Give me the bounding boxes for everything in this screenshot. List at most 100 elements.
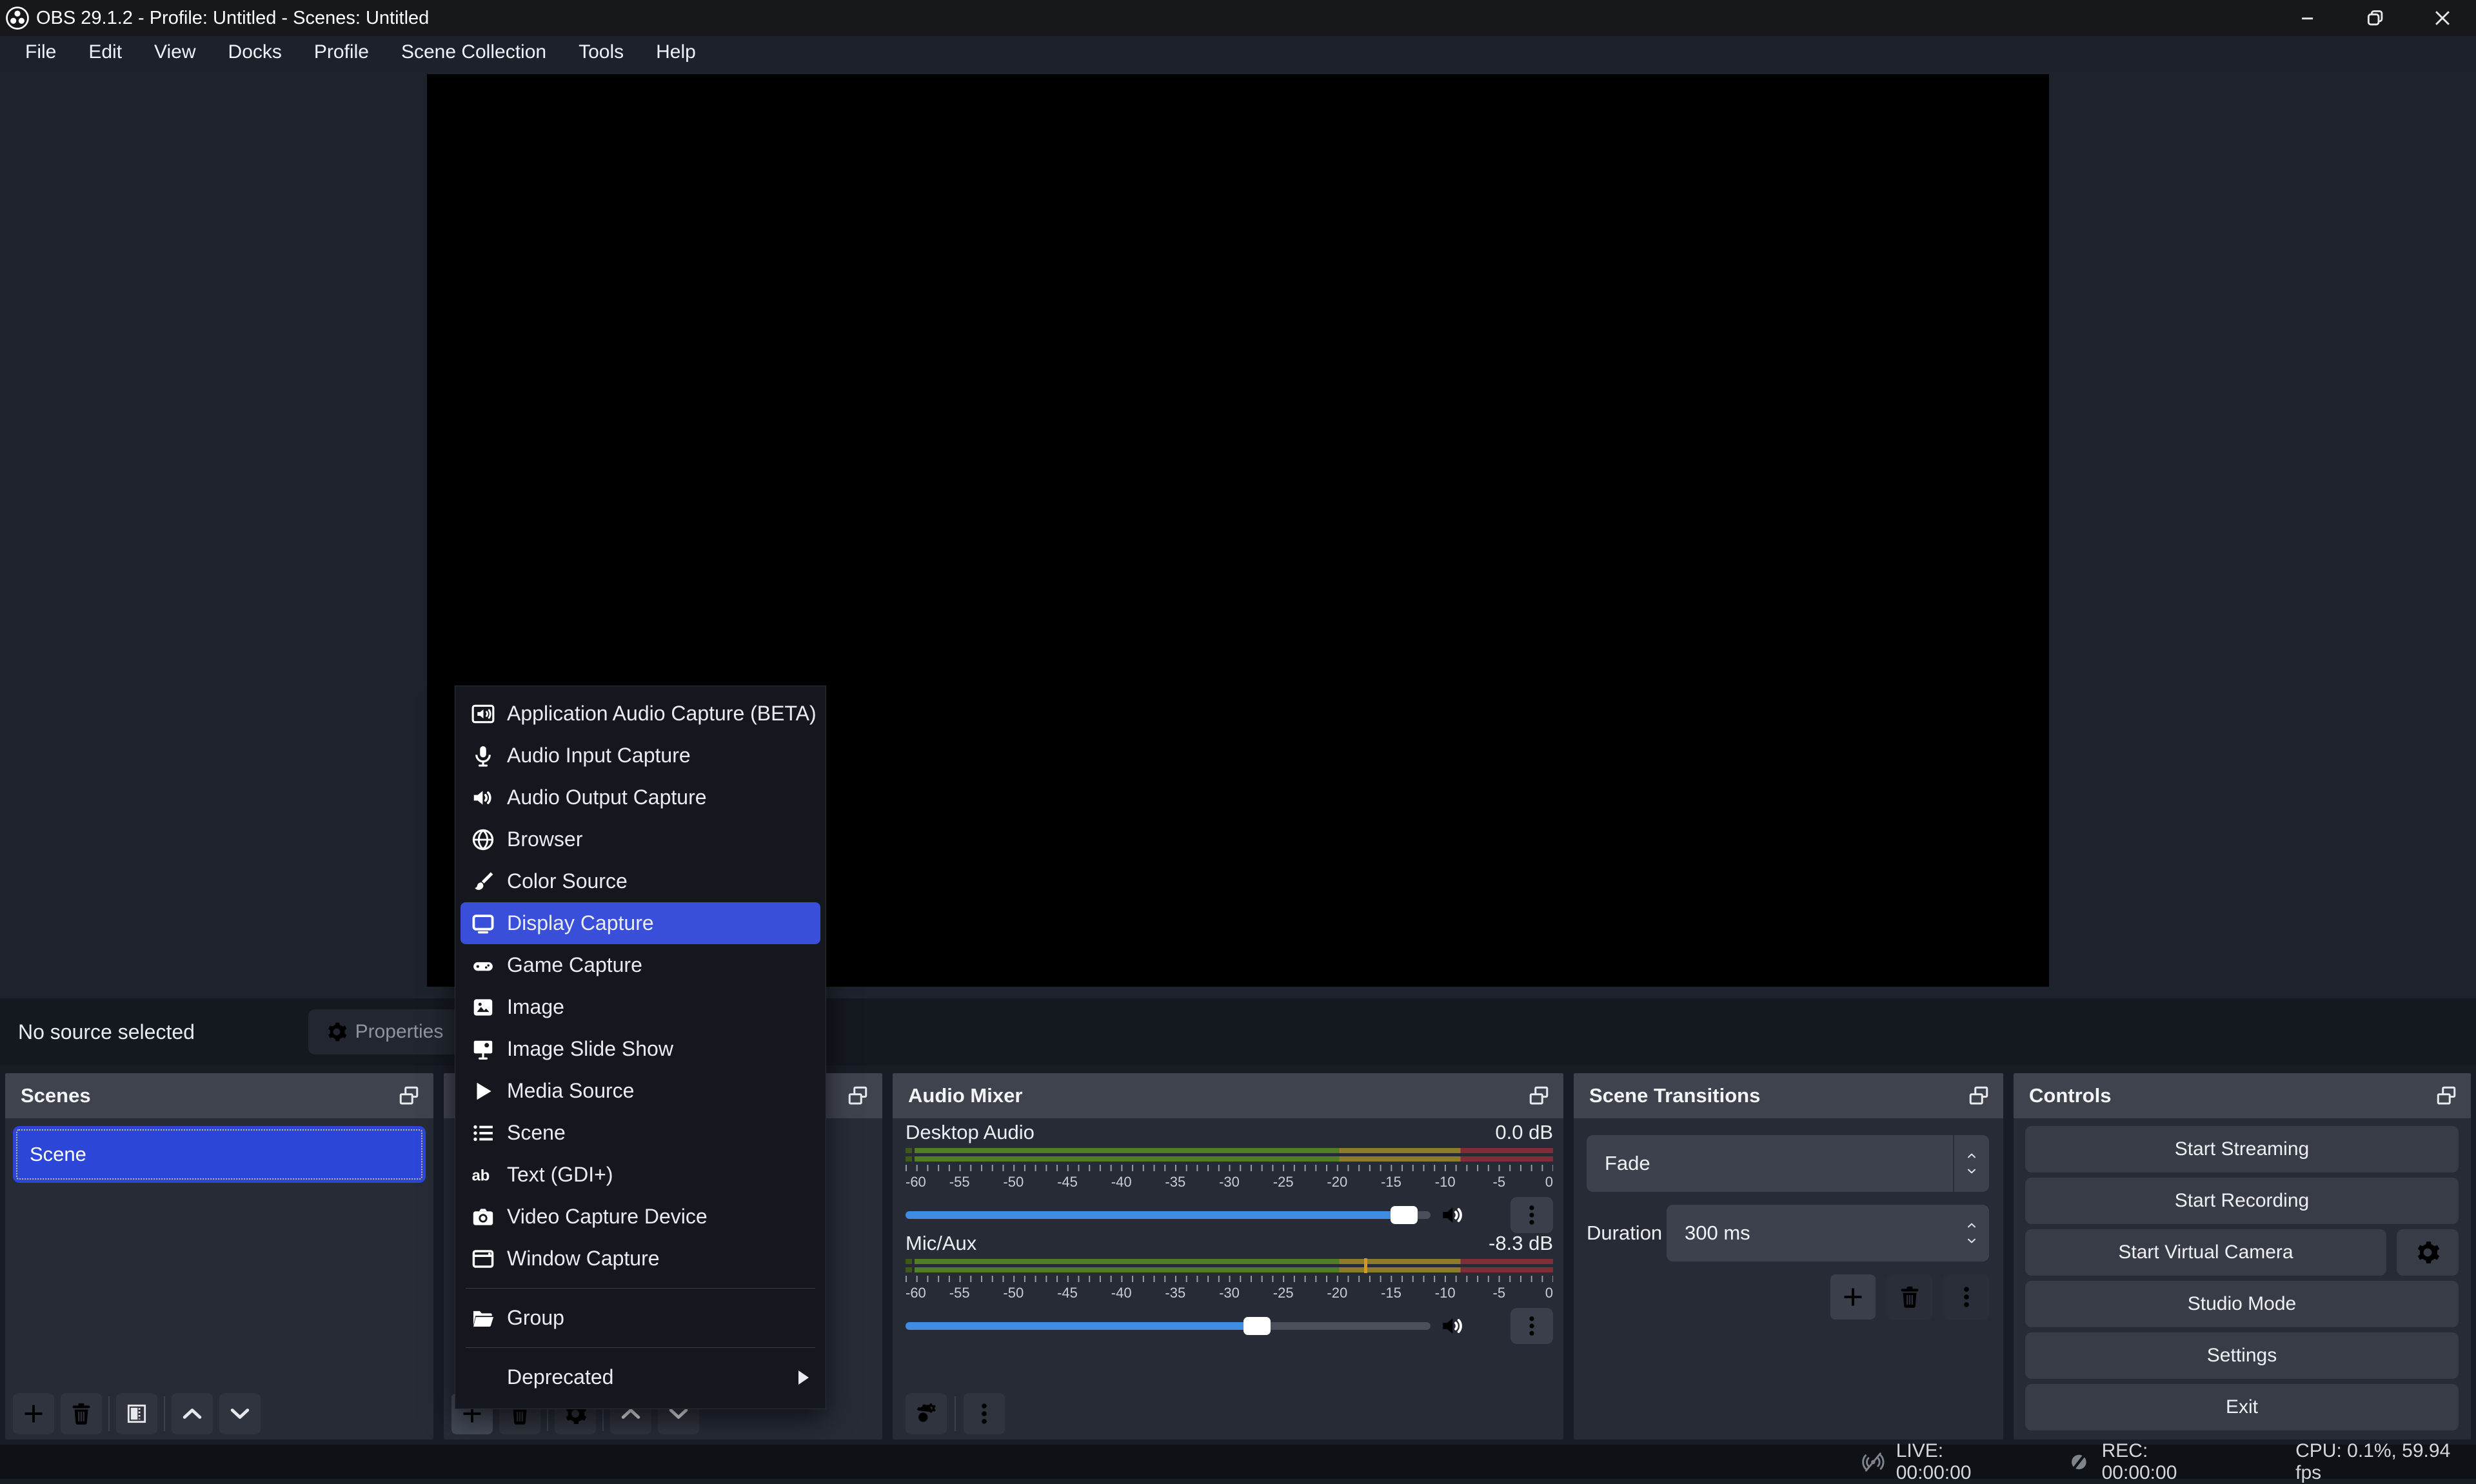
remove-transition-button[interactable] xyxy=(1887,1274,1932,1320)
studio-mode-button[interactable]: Studio Mode xyxy=(2025,1281,2459,1327)
monitor-icon xyxy=(470,910,497,937)
menu-scene-collection[interactable]: Scene Collection xyxy=(385,36,562,68)
scene-filters-button[interactable] xyxy=(116,1393,157,1434)
speaker-icon xyxy=(470,784,497,811)
exit-button[interactable]: Exit xyxy=(2025,1384,2459,1430)
start-streaming-button[interactable]: Start Streaming xyxy=(2025,1126,2459,1172)
popout-icon[interactable] xyxy=(1527,1084,1550,1107)
move-scene-up-button[interactable] xyxy=(172,1393,213,1434)
mixer-channel-mic-aux: Mic/Aux -8.3 dB -60-55-50-45-40-35-30-25… xyxy=(906,1232,1553,1344)
menu-item-color-source[interactable]: Color Source xyxy=(461,860,820,902)
meter-bar-left xyxy=(915,1148,1553,1153)
duration-input[interactable]: 300 ms xyxy=(1667,1205,1989,1261)
meter-stub xyxy=(906,1259,912,1264)
channel-level-db: -8.3 dB xyxy=(1489,1232,1553,1255)
scene-transitions-title: Scene Transitions xyxy=(1589,1084,1760,1107)
audio-mixer-header: Audio Mixer xyxy=(893,1073,1563,1118)
menu-separator xyxy=(466,1288,815,1289)
brush-icon xyxy=(470,868,497,895)
start-virtual-camera-button[interactable]: Start Virtual Camera xyxy=(2025,1229,2386,1276)
settings-button[interactable]: Settings xyxy=(2025,1332,2459,1379)
popout-icon[interactable] xyxy=(2435,1084,2458,1107)
duration-label: Duration xyxy=(1587,1222,1662,1245)
performance-stats: CPU: 0.1%, 59.94 fps xyxy=(2295,1440,2476,1484)
menu-item-display-capture[interactable]: Display Capture xyxy=(461,902,820,944)
menu-item-group[interactable]: Group xyxy=(461,1297,820,1339)
scene-focus-outline xyxy=(16,1129,422,1180)
menu-help[interactable]: Help xyxy=(640,36,712,68)
live-status: LIVE: 00:00:00 xyxy=(1861,1440,2020,1484)
advanced-audio-properties-button[interactable] xyxy=(906,1393,947,1434)
menu-item-app-audio-capture[interactable]: Application Audio Capture (BETA) xyxy=(461,693,820,735)
menu-item-image-slide-show[interactable]: Image Slide Show xyxy=(461,1028,820,1070)
menu-profile[interactable]: Profile xyxy=(298,36,385,68)
menu-item-scene[interactable]: Scene xyxy=(461,1112,820,1154)
menu-file[interactable]: File xyxy=(9,36,72,68)
volume-slider[interactable] xyxy=(906,1211,1431,1219)
popout-icon[interactable] xyxy=(1967,1084,1990,1107)
scenes-toolbar xyxy=(13,1393,261,1434)
restore-button[interactable] xyxy=(2342,0,2409,36)
text-icon: ab xyxy=(470,1162,497,1189)
scene-transitions-dock: Scene Transitions Fade Duration 300 ms xyxy=(1574,1073,2003,1439)
volume-meter: -60-55-50-45-40-35-30-25-20-15-10-50 xyxy=(906,1148,1553,1191)
audio-mixer-title: Audio Mixer xyxy=(908,1084,1022,1107)
meter-ruler xyxy=(906,1276,1553,1282)
properties-label: Properties xyxy=(355,1021,444,1043)
menu-item-window-capture[interactable]: Window Capture xyxy=(461,1238,820,1280)
popout-icon[interactable] xyxy=(846,1084,869,1107)
move-scene-down-button[interactable] xyxy=(219,1393,261,1434)
remove-scene-button[interactable] xyxy=(61,1393,102,1434)
menu-item-audio-input-capture[interactable]: Audio Input Capture xyxy=(461,735,820,777)
menu-item-deprecated[interactable]: Deprecated xyxy=(461,1356,820,1398)
meter-stub xyxy=(906,1267,912,1272)
menu-separator xyxy=(466,1347,815,1348)
menu-item-video-capture-device[interactable]: Video Capture Device xyxy=(461,1196,820,1238)
mixer-options-button[interactable] xyxy=(964,1393,1005,1434)
spacer xyxy=(470,1364,497,1391)
submenu-arrow-icon xyxy=(798,1370,809,1385)
meter-peak-indicator xyxy=(1364,1258,1367,1273)
menu-item-image[interactable]: Image xyxy=(461,986,820,1028)
menu-item-browser[interactable]: Browser xyxy=(461,818,820,860)
transition-select[interactable]: Fade xyxy=(1587,1135,1989,1192)
slider-handle[interactable] xyxy=(1391,1206,1418,1224)
speaker-mute-toggle-icon[interactable] xyxy=(1440,1202,1467,1229)
stream-inactive-icon xyxy=(1861,1449,1886,1475)
channel-options-button[interactable] xyxy=(1510,1197,1553,1233)
close-button[interactable] xyxy=(2409,0,2476,36)
channel-options-button[interactable] xyxy=(1510,1308,1553,1344)
add-transition-button[interactable] xyxy=(1830,1274,1876,1320)
duration-spinner[interactable] xyxy=(1954,1220,1989,1246)
chevron-down-icon xyxy=(1965,1236,1979,1246)
menu-view[interactable]: View xyxy=(138,36,212,68)
add-scene-button[interactable] xyxy=(13,1393,54,1434)
meter-bar-right xyxy=(915,1267,1553,1272)
combo-spinner[interactable] xyxy=(1954,1151,1989,1176)
popout-icon[interactable] xyxy=(397,1084,421,1107)
menu-tools[interactable]: Tools xyxy=(562,36,640,68)
mixer-channel-desktop-audio: Desktop Audio 0.0 dB -60-55-50-45-40-35-… xyxy=(906,1121,1553,1233)
properties-button[interactable]: Properties xyxy=(308,1009,461,1054)
menu-item-media-source[interactable]: Media Source xyxy=(461,1070,820,1112)
scene-list-item[interactable]: Scene xyxy=(13,1126,426,1183)
scenes-title: Scenes xyxy=(21,1084,91,1107)
obs-window: { "window": { "title": "OBS 29.1.2 - Pro… xyxy=(0,0,2476,1479)
speaker-mute-toggle-icon[interactable] xyxy=(1440,1312,1467,1340)
menu-docks[interactable]: Docks xyxy=(212,36,298,68)
folder-icon xyxy=(470,1305,497,1332)
menu-item-text-gdi[interactable]: ab Text (GDI+) xyxy=(461,1154,820,1196)
transition-options-button[interactable] xyxy=(1944,1274,1989,1320)
transition-selected-value: Fade xyxy=(1605,1152,1650,1175)
slider-handle[interactable] xyxy=(1243,1317,1271,1335)
svg-text:ab: ab xyxy=(472,1167,490,1184)
minimize-button[interactable] xyxy=(2275,0,2342,36)
virtual-camera-config-button[interactable] xyxy=(2397,1229,2459,1276)
menu-edit[interactable]: Edit xyxy=(72,36,138,68)
meter-stub xyxy=(906,1148,912,1153)
volume-slider[interactable] xyxy=(906,1322,1431,1330)
globe-icon xyxy=(470,826,497,853)
menu-item-audio-output-capture[interactable]: Audio Output Capture xyxy=(461,777,820,818)
start-recording-button[interactable]: Start Recording xyxy=(2025,1178,2459,1224)
menu-item-game-capture[interactable]: Game Capture xyxy=(461,944,820,986)
